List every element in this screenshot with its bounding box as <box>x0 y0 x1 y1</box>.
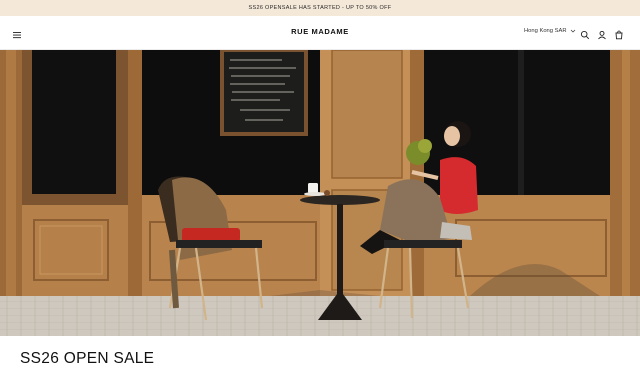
cart-icon[interactable] <box>614 27 624 40</box>
announcement-text[interactable]: SS26 OPENSALE HAS STARTED - UP TO 50% OF… <box>249 5 392 11</box>
hero-banner[interactable] <box>0 50 640 336</box>
hero-image <box>0 50 640 336</box>
announcement-bar: SS26 OPENSALE HAS STARTED - UP TO 50% OF… <box>0 0 640 16</box>
search-icon[interactable] <box>580 27 590 40</box>
section-title: SS26 OPEN SALE <box>20 350 155 367</box>
account-icon[interactable] <box>597 27 607 40</box>
region-label: Hong Kong SAR <box>524 28 567 34</box>
region-selector[interactable]: Hong Kong SAR <box>524 28 576 34</box>
chevron-down-icon <box>570 29 575 33</box>
site-header: RUE MADAME Hong Kong SAR <box>0 16 640 50</box>
